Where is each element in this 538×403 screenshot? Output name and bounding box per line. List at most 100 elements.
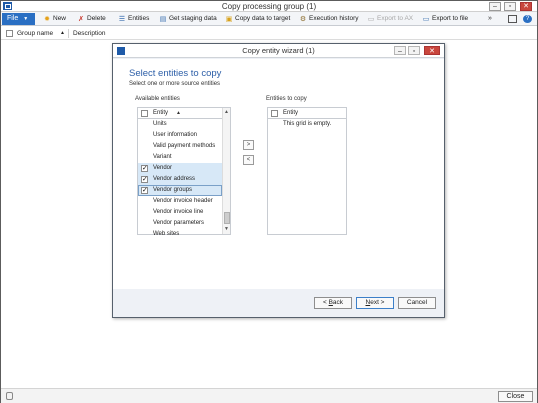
file-menu-label: File — [7, 15, 19, 22]
dialog-maximize-button[interactable]: ▫ — [408, 46, 420, 55]
get-staging-data-button[interactable]: ▤ Get staging data — [159, 13, 217, 25]
scrollbar-thumb[interactable] — [224, 212, 230, 224]
entity-name: Units — [153, 121, 167, 127]
available-entity-row[interactable]: Valid payment methods — [138, 141, 222, 152]
copy-entity-wizard-dialog: Copy entity wizard (1) – ▫ ✕ Select enti… — [112, 43, 445, 318]
entity-name: Vendor address — [153, 176, 196, 182]
available-entities-grid: Entity ▲ Units User information Valid paym… — [137, 107, 231, 237]
entity-name: Vendor groups — [153, 187, 193, 193]
available-entity-row[interactable]: Vendor invoice header — [138, 196, 222, 207]
dialog-minimize-button[interactable]: – — [394, 46, 406, 55]
available-entity-row[interactable]: User information — [138, 130, 222, 141]
new-label: New — [53, 15, 67, 22]
row-checkbox[interactable] — [141, 163, 148, 174]
next-rest: ext > — [370, 299, 385, 306]
cancel-button[interactable]: Cancel — [398, 297, 436, 309]
entity-name: Vendor — [153, 165, 173, 171]
maximize-button[interactable]: ▫ — [504, 2, 516, 11]
app-window: Copy processing group (1) – ▫ ✕ File ▼ ✹… — [0, 0, 538, 403]
entity-name: Valid payment methods — [153, 143, 216, 149]
available-entity-row[interactable]: Vendor — [138, 163, 222, 174]
wizard-subheading: Select one or more source entities — [129, 81, 221, 87]
available-entity-row[interactable]: Vendor parameters — [138, 218, 222, 229]
column-group-name[interactable]: Group name — [17, 27, 53, 40]
copy-data-to-target-button[interactable]: ▣ Copy data to target — [225, 13, 291, 25]
export-to-ax-button[interactable]: ▭ Export to AX — [367, 13, 413, 25]
next-button[interactable]: Next > — [356, 297, 394, 309]
new-icon: ✹ — [44, 16, 50, 23]
available-entity-row[interactable]: Web sites — [138, 229, 222, 240]
target-entity-column[interactable]: Entity — [283, 108, 298, 119]
scroll-up-icon[interactable]: ▲ — [223, 108, 230, 116]
window-title: Copy processing group (1) — [221, 2, 317, 11]
back-button[interactable]: < Back — [314, 297, 352, 309]
status-bar: Close — [1, 388, 537, 403]
export-to-file-button[interactable]: ▭ Export to file — [422, 13, 468, 25]
row-checkbox[interactable] — [141, 185, 148, 196]
available-select-all-checkbox[interactable] — [141, 110, 148, 117]
export-to-file-label: Export to file — [432, 15, 469, 22]
available-entity-column[interactable]: Entity — [153, 108, 168, 119]
entity-name: Vendor invoice header — [153, 198, 213, 204]
entity-name: Variant — [153, 154, 172, 160]
entities-icon: ☰ — [118, 16, 126, 23]
copy-data-to-target-label: Copy data to target — [235, 15, 291, 22]
export-file-icon: ▭ — [422, 16, 430, 23]
export-to-ax-label: Export to AX — [377, 15, 414, 22]
add-entity-button[interactable]: > — [243, 140, 254, 150]
available-entity-row[interactable]: Variant — [138, 152, 222, 163]
new-button[interactable]: ✹ New — [43, 13, 66, 25]
available-entity-row[interactable]: Vendor address — [138, 174, 222, 185]
execution-history-button[interactable]: ⚙ Execution history — [299, 13, 359, 25]
delete-icon: ✗ — [78, 16, 84, 23]
available-grid-scrollbar[interactable]: ▲ ▼ — [222, 108, 230, 234]
column-divider — [68, 29, 69, 38]
select-all-checkbox[interactable] — [6, 30, 13, 37]
scroll-down-icon[interactable]: ▼ — [223, 225, 230, 233]
delete-label: Delete — [87, 15, 106, 22]
more-actions-button[interactable]: » — [488, 13, 492, 25]
lock-icon — [6, 392, 13, 400]
close-window-button[interactable]: ✕ — [520, 2, 532, 11]
action-pane: File ▼ ✹ New ✗ Delete ☰ Entities ▤ Get stagi… — [1, 12, 537, 26]
dialog-footer: < Back Next > Cancel — [113, 289, 444, 317]
chevron-down-icon: ▼ — [23, 16, 29, 22]
available-entity-row[interactable]: Vendor invoice line — [138, 207, 222, 218]
close-button[interactable]: Close — [498, 391, 533, 402]
file-menu-button[interactable]: File ▼ — [2, 13, 35, 25]
get-staging-data-label: Get staging data — [169, 15, 217, 22]
entities-label: Entities — [128, 15, 150, 22]
wizard-heading: Select entities to copy — [129, 68, 222, 79]
export-ax-icon: ▭ — [367, 16, 375, 23]
entities-button[interactable]: ☰ Entities — [118, 13, 149, 25]
available-entity-row[interactable]: Units — [138, 119, 222, 130]
grid-header: Group name ▲ Description — [1, 27, 537, 40]
minimize-button[interactable]: – — [489, 2, 501, 11]
entity-name: Vendor invoice line — [153, 209, 204, 215]
dialog-title-bar: Copy entity wizard (1) – ▫ ✕ — [113, 44, 444, 58]
sort-ascending-icon: ▲ — [176, 110, 181, 116]
delete-button[interactable]: ✗ Delete — [77, 13, 106, 25]
copy-icon: ▣ — [225, 16, 233, 23]
entity-name: User information — [153, 132, 198, 138]
column-description[interactable]: Description — [73, 27, 106, 40]
dialog-close-button[interactable]: ✕ — [424, 46, 440, 55]
history-icon: ⚙ — [299, 16, 307, 23]
entity-name: Vendor parameters — [153, 220, 205, 226]
entities-to-copy-grid: Entity This grid is empty. — [267, 107, 347, 235]
staging-icon: ▤ — [159, 16, 167, 23]
available-grid-header: Entity ▲ — [138, 108, 222, 119]
entities-to-copy-label: Entities to copy — [266, 96, 307, 102]
layout-icon[interactable] — [508, 15, 517, 23]
entity-name: Web sites — [153, 231, 180, 237]
available-entity-row[interactable]: Vendor groups — [138, 185, 222, 196]
title-bar: Copy processing group (1) – ▫ ✕ — [1, 1, 537, 12]
execution-history-label: Execution history — [309, 15, 359, 22]
row-checkbox[interactable] — [141, 174, 148, 185]
target-select-all-checkbox[interactable] — [271, 110, 278, 117]
available-entities-label: Available entities — [135, 96, 180, 102]
remove-entity-button[interactable]: < — [243, 155, 254, 165]
help-icon[interactable]: ? — [523, 15, 532, 23]
sort-icon: ▲ — [60, 30, 65, 36]
dialog-body: Select entities to copy Select one or mo… — [113, 59, 444, 289]
